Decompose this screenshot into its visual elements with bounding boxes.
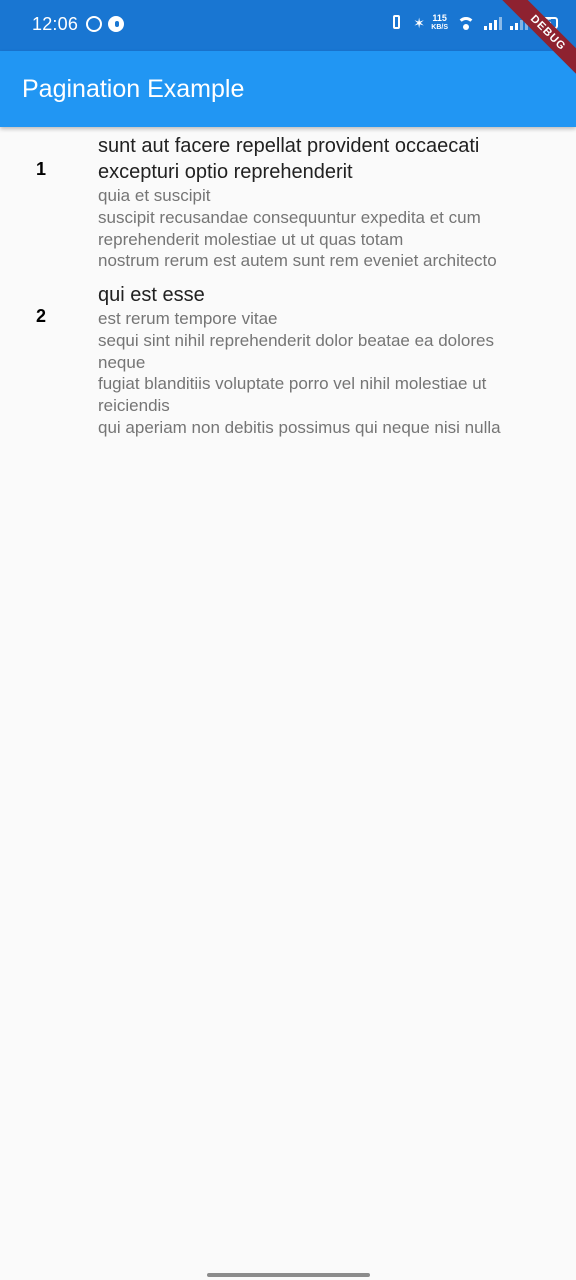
app-bar: Pagination Example bbox=[0, 51, 576, 127]
status-bar: 12:06 ✶ 115 KB/S 55 bbox=[0, 0, 576, 51]
page-title: Pagination Example bbox=[22, 75, 245, 103]
whatsapp-icon bbox=[86, 16, 102, 32]
item-description: quia et suscipit suscipit recusandae con… bbox=[98, 186, 497, 271]
item-index: 2 bbox=[36, 306, 47, 326]
list-item[interactable]: 1 sunt aut facere repellat provident occ… bbox=[0, 127, 576, 276]
wifi-icon bbox=[456, 15, 476, 31]
bluetooth-icon: ✶ bbox=[413, 15, 425, 31]
network-speed-unit: KB/S bbox=[431, 24, 448, 31]
item-index: 1 bbox=[36, 159, 47, 179]
signal-icon bbox=[484, 16, 502, 30]
item-body: qui est esse est rerum tempore vitae seq… bbox=[98, 282, 568, 439]
item-title: sunt aut facere repellat provident occae… bbox=[98, 135, 480, 183]
status-time: 12:06 bbox=[32, 14, 79, 34]
item-title: qui est esse bbox=[98, 284, 205, 306]
status-notification-icons bbox=[86, 16, 124, 32]
network-speed: 115 KB/S bbox=[431, 14, 448, 32]
gesture-nav-handle[interactable] bbox=[207, 1273, 370, 1277]
vibrate-icon bbox=[389, 14, 405, 32]
posts-list[interactable]: 1 sunt aut facere repellat provident occ… bbox=[0, 127, 576, 439]
notification-app-icon bbox=[108, 16, 124, 32]
network-speed-value: 115 bbox=[432, 13, 447, 23]
app-screen: 12:06 ✶ 115 KB/S 55 DEBUG Pa bbox=[0, 0, 576, 1280]
list-item[interactable]: 2 qui est esse est rerum tempore vitae s… bbox=[0, 276, 576, 439]
item-description: est rerum tempore vitae sequi sint nihil… bbox=[98, 309, 501, 437]
item-body: sunt aut facere repellat provident occae… bbox=[98, 133, 568, 272]
